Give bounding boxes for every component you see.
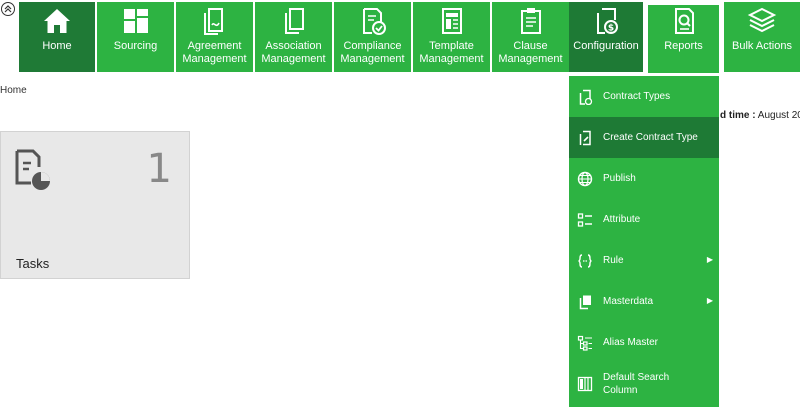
- double-chevron-up-icon: [4, 5, 12, 13]
- columns-icon: [577, 376, 593, 391]
- nav-home-label: Home: [42, 40, 72, 52]
- configuration-dropdown-menu: Contract Types Create Contract Type Publ…: [569, 76, 719, 407]
- last-login-info: d time : August 20,: [720, 110, 800, 121]
- submenu-arrow-icon: ▶: [706, 255, 713, 264]
- menu-item-alias-master[interactable]: Alias Master: [569, 322, 719, 363]
- menu-item-contract-types[interactable]: Contract Types: [569, 76, 719, 117]
- nav-agreement-management-label: Agreement Management: [182, 40, 247, 65]
- nav-compliance-management-label: Compliance Management: [340, 40, 405, 65]
- menu-item-publish[interactable]: Publish: [569, 158, 719, 199]
- nav-home[interactable]: Home: [19, 2, 95, 72]
- menu-item-create-contract-type[interactable]: Create Contract Type: [569, 117, 719, 158]
- last-login-value: August 20,: [757, 110, 800, 121]
- nav-sourcing[interactable]: Sourcing: [97, 2, 174, 72]
- hierarchy-list-icon: [577, 335, 592, 351]
- layers-icon: [747, 7, 777, 33]
- collapse-toggle-button[interactable]: [1, 2, 15, 16]
- document-pie-chart-icon: [15, 149, 50, 190]
- nav-sourcing-label: Sourcing: [113, 40, 158, 52]
- menu-item-publish-label: Publish: [603, 173, 636, 184]
- curly-braces-icon: [578, 253, 592, 268]
- attribute-list-icon: [577, 212, 592, 227]
- svg-text:$: $: [608, 24, 614, 34]
- grid-layout-icon: [123, 9, 148, 33]
- home-icon: [44, 9, 70, 33]
- last-login-label: d time :: [720, 110, 756, 121]
- tasks-count: 1: [146, 146, 172, 192]
- create-document-icon: [579, 130, 591, 145]
- menu-item-rule-label: Rule: [603, 255, 624, 266]
- menu-item-masterdata[interactable]: Masterdata ▶: [569, 281, 719, 322]
- nav-compliance-management[interactable]: Compliance Management: [334, 2, 411, 72]
- menu-item-contract-types-label: Contract Types: [603, 91, 671, 102]
- menu-item-create-contract-type-label: Create Contract Type: [603, 132, 698, 143]
- top-navigation: Home Sourcing Agreement Management Assoc…: [19, 2, 800, 76]
- nav-template-management-label: Template Management: [419, 40, 484, 65]
- menu-item-default-search-column-label: Default Search Column: [603, 372, 670, 396]
- agreement-document-icon: [203, 8, 223, 35]
- tasks-label: Tasks: [16, 256, 50, 271]
- globe-icon: [577, 171, 593, 186]
- masterdata-documents-icon: [579, 295, 591, 309]
- clipboard-icon: [520, 8, 541, 34]
- nav-association-management[interactable]: Association Management: [255, 2, 332, 72]
- nav-template-management[interactable]: Template Management: [413, 2, 490, 72]
- nav-configuration[interactable]: $ Configuration: [569, 2, 643, 72]
- nav-reports-label: Reports: [664, 40, 703, 52]
- nav-bulk-actions-label: Bulk Actions: [732, 40, 792, 52]
- menu-item-attribute-label: Attribute: [603, 214, 641, 225]
- compliance-check-icon: [362, 8, 386, 35]
- menu-item-rule[interactable]: Rule ▶: [569, 240, 719, 281]
- breadcrumb: Home: [0, 85, 27, 96]
- configuration-document-icon: $: [597, 8, 618, 34]
- report-search-icon: [674, 8, 694, 34]
- breadcrumb-home[interactable]: Home: [0, 85, 27, 96]
- contract-types-icon: [579, 89, 593, 105]
- tasks-card[interactable]: 1 Tasks: [0, 131, 190, 279]
- nav-configuration-label: Configuration: [573, 40, 639, 52]
- submenu-arrow-icon: ▶: [706, 296, 713, 305]
- menu-item-default-search-column[interactable]: Default Search Column: [569, 363, 719, 407]
- template-icon: [441, 8, 462, 34]
- menu-item-attribute[interactable]: Attribute: [569, 199, 719, 240]
- nav-association-management-label: Association Management: [261, 40, 326, 65]
- nav-bulk-actions[interactable]: Bulk Actions: [724, 2, 800, 72]
- nav-clause-management[interactable]: Clause Management: [492, 2, 569, 72]
- menu-item-alias-master-label: Alias Master: [603, 337, 659, 348]
- nav-reports[interactable]: Reports: [645, 2, 722, 76]
- menu-item-masterdata-label: Masterdata: [603, 296, 654, 307]
- nav-clause-management-label: Clause Management: [498, 40, 563, 65]
- nav-agreement-management[interactable]: Agreement Management: [176, 2, 253, 72]
- documents-stack-icon: [284, 8, 304, 34]
